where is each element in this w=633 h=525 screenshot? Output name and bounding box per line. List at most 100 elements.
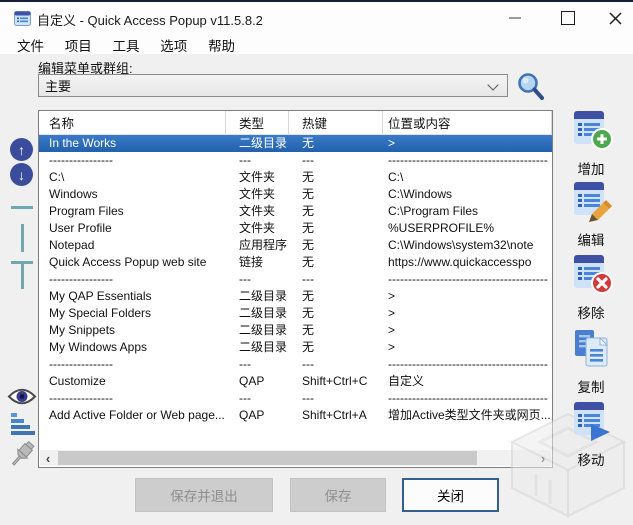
search-button[interactable] bbox=[515, 71, 547, 103]
cell-name: ---------------- bbox=[39, 390, 226, 407]
horizontal-scrollbar-thumb[interactable] bbox=[58, 451, 477, 465]
save-and-exit-button[interactable]: 保存并退出 bbox=[135, 478, 273, 512]
close-dialog-button[interactable]: 关闭 bbox=[402, 478, 499, 512]
cell-name: My QAP Essentials bbox=[39, 288, 226, 305]
menu-separator-tool-icon[interactable] bbox=[11, 261, 33, 289]
table-header: 名称 类型 热键 位置或内容 bbox=[39, 111, 552, 135]
move-icon bbox=[569, 399, 613, 443]
table-row-separator[interactable]: ----------------------------------------… bbox=[39, 271, 552, 288]
move-up-button[interactable]: ↑ bbox=[10, 138, 33, 161]
table-row-my-windows-apps[interactable]: My Windows Apps二级目录无> bbox=[39, 339, 552, 356]
cell-location: C:\Windows bbox=[383, 186, 552, 203]
scroll-right-icon[interactable]: › bbox=[535, 450, 551, 466]
cell-location: 增加Active类型文件夹或网页... bbox=[383, 407, 552, 424]
move-down-button[interactable]: ↓ bbox=[10, 163, 33, 186]
edit-button[interactable]: 编辑 bbox=[556, 179, 626, 249]
cell-location: > bbox=[383, 288, 552, 305]
cell-name: Windows bbox=[39, 186, 226, 203]
cell-name: Notepad bbox=[39, 237, 226, 254]
table-row-separator[interactable]: ----------------------------------------… bbox=[39, 390, 552, 407]
table-row-qap-website[interactable]: Quick Access Popup web site链接无https://ww… bbox=[39, 254, 552, 271]
cell-type: 文件夹 bbox=[226, 169, 289, 186]
menu-item-file[interactable]: 文件 bbox=[16, 33, 45, 57]
window-title: 自定义 - Quick Access Popup v11.5.8.2 bbox=[37, 10, 263, 29]
cell-hotkey: --- bbox=[289, 152, 383, 169]
table-row-in-the-works[interactable]: In the Works二级目录无> bbox=[39, 135, 552, 152]
minimize-button[interactable] bbox=[498, 6, 532, 30]
remove-button[interactable]: 移除 bbox=[556, 252, 626, 322]
cell-type: 二级目录 bbox=[226, 305, 289, 322]
cell-name: ---------------- bbox=[39, 152, 226, 169]
cell-hotkey: 无 bbox=[289, 322, 383, 339]
menu-item-options[interactable]: 选项 bbox=[159, 33, 188, 57]
cell-hotkey: 无 bbox=[289, 203, 383, 220]
add-button[interactable]: 增加 bbox=[556, 108, 626, 178]
table-body: In the Works二级目录无> ---------------------… bbox=[39, 135, 552, 424]
sort-button[interactable] bbox=[9, 412, 35, 442]
copy-button[interactable]: 复制 bbox=[556, 326, 626, 396]
table-row-my-snippets[interactable]: My Snippets二级目录无> bbox=[39, 322, 552, 339]
menu-group-dropdown[interactable]: 主要 bbox=[38, 74, 508, 97]
cell-name: My Windows Apps bbox=[39, 339, 226, 356]
cell-location: C:\ bbox=[383, 169, 552, 186]
cell-location: ---------------------------------------- bbox=[383, 356, 552, 373]
menu-item-help[interactable]: 帮助 bbox=[207, 33, 236, 57]
close-button[interactable] bbox=[598, 6, 632, 30]
t-stem bbox=[21, 264, 24, 289]
scroll-left-icon[interactable]: ‹ bbox=[40, 450, 56, 466]
column-header-hotkey[interactable]: 热键 bbox=[289, 111, 383, 134]
cell-type: 二级目录 bbox=[226, 135, 289, 152]
dropdown-selected-value: 主要 bbox=[45, 76, 71, 95]
table-row-c-drive[interactable]: C:\文件夹无C:\ bbox=[39, 169, 552, 186]
cell-type: --- bbox=[226, 271, 289, 288]
table-row-windows[interactable]: Windows文件夹无C:\Windows bbox=[39, 186, 552, 203]
maximize-icon bbox=[561, 11, 575, 25]
table-row-user-profile[interactable]: User Profile文件夹无%USERPROFILE% bbox=[39, 220, 552, 237]
column-break-tool-icon[interactable] bbox=[21, 224, 24, 252]
table-row-separator[interactable]: ----------------------------------------… bbox=[39, 356, 552, 373]
copy-button-label: 复制 bbox=[556, 376, 626, 396]
cell-hotkey: 无 bbox=[289, 339, 383, 356]
menu-item-tools[interactable]: 工具 bbox=[112, 33, 141, 57]
cell-name: Program Files bbox=[39, 203, 226, 220]
table-row-my-special-folders[interactable]: My Special Folders二级目录无> bbox=[39, 305, 552, 322]
pin-icon bbox=[8, 440, 38, 472]
cell-location: > bbox=[383, 135, 552, 152]
cell-location: > bbox=[383, 339, 552, 356]
cell-name: Quick Access Popup web site bbox=[39, 254, 226, 271]
cell-hotkey: 无 bbox=[289, 254, 383, 271]
cell-type: 文件夹 bbox=[226, 203, 289, 220]
cell-type: 二级目录 bbox=[226, 288, 289, 305]
items-table: 名称 类型 热键 位置或内容 In the Works二级目录无> ------… bbox=[38, 110, 553, 468]
arrow-down-icon: ↓ bbox=[18, 167, 25, 183]
cell-location: > bbox=[383, 305, 552, 322]
copy-icon bbox=[569, 326, 613, 370]
table-row-separator[interactable]: ----------------------------------------… bbox=[39, 152, 552, 169]
move-button[interactable]: 移动 bbox=[556, 399, 626, 469]
column-header-location[interactable]: 位置或内容 bbox=[383, 111, 552, 134]
table-row-add-active-folder[interactable]: Add Active Folder or Web page...QAPShift… bbox=[39, 407, 552, 424]
maximize-button[interactable] bbox=[551, 6, 585, 30]
column-header-name[interactable]: 名称 bbox=[39, 111, 226, 134]
column-header-type[interactable]: 类型 bbox=[226, 111, 289, 134]
cell-hotkey: 无 bbox=[289, 305, 383, 322]
separator-line-tool-icon[interactable] bbox=[11, 206, 33, 209]
cell-hotkey: 无 bbox=[289, 135, 383, 152]
cell-type: QAP bbox=[226, 407, 289, 424]
horizontal-scrollbar[interactable]: ‹ › bbox=[40, 450, 551, 466]
save-button[interactable]: 保存 bbox=[290, 478, 386, 512]
show-hide-button[interactable] bbox=[7, 386, 37, 412]
cell-hotkey: --- bbox=[289, 271, 383, 288]
cell-hotkey: Shift+Ctrl+C bbox=[289, 373, 383, 390]
table-row-notepad[interactable]: Notepad应用程序无C:\Windows\system32\note bbox=[39, 237, 552, 254]
table-row-program-files[interactable]: Program Files文件夹无C:\Program Files bbox=[39, 203, 552, 220]
pin-button[interactable] bbox=[8, 440, 38, 477]
remove-button-label: 移除 bbox=[556, 302, 626, 322]
table-row-customize[interactable]: CustomizeQAPShift+Ctrl+C自定义 bbox=[39, 373, 552, 390]
cell-location: C:\Windows\system32\note bbox=[383, 237, 552, 254]
close-icon bbox=[609, 12, 622, 25]
table-row-my-qap-essentials[interactable]: My QAP Essentials二级目录无> bbox=[39, 288, 552, 305]
cell-location: ---------------------------------------- bbox=[383, 271, 552, 288]
menu-item-items[interactable]: 项目 bbox=[64, 33, 93, 57]
eye-icon bbox=[7, 386, 37, 407]
